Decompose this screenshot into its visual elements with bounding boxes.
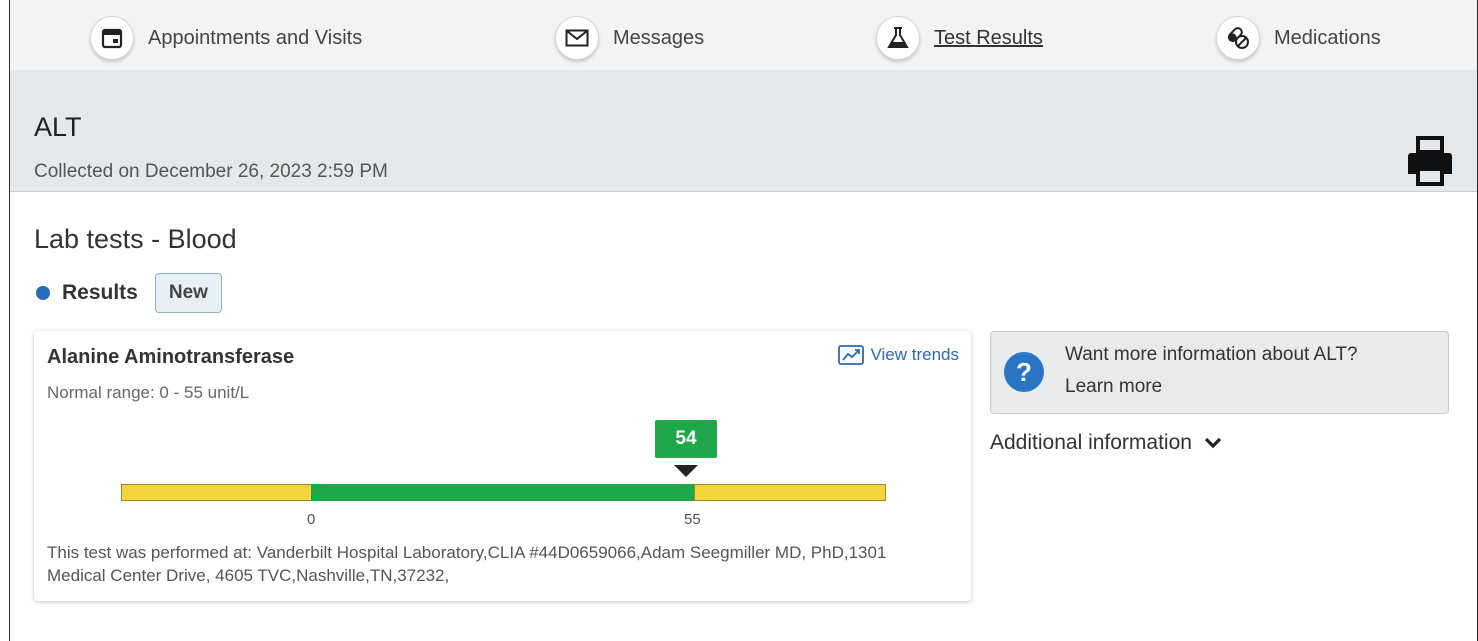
new-badge: New [154,273,222,313]
nav-label-messages: Messages [613,26,705,49]
learn-more-link[interactable]: Learn more [1065,376,1162,398]
chevron-down-icon [1204,437,1222,449]
nav-label-test-results: Test Results [934,26,1043,49]
range-bar [121,484,886,501]
value-marker-icon [674,465,698,477]
range-segment-low [121,484,312,501]
section-title: Lab tests - Blood [34,224,237,254]
collected-date: Collected on December 26, 2023 2:59 PM [34,161,388,182]
result-card: Alanine Aminotransferase Normal range: 0… [34,331,971,601]
app-frame: Appointments and Visits Messages Test Re… [9,0,1478,641]
view-trends-link[interactable]: View trends [838,345,959,365]
question-icon: ? [1004,352,1044,392]
nav-label-appointments: Appointments and Visits [148,26,363,49]
result-value-badge: 54 [655,420,717,458]
tick-label-high: 55 [684,511,701,528]
nav-medications[interactable]: Medications [1216,16,1381,60]
flask-icon [876,16,920,60]
status-dot-icon [36,286,50,300]
result-header: ALT Collected on December 26, 2023 2:59 … [10,70,1477,192]
results-label: Results [62,281,138,304]
additional-info-label: Additional information [990,431,1192,454]
info-question: Want more information about ALT? [1065,344,1358,365]
nav-label-medications: Medications [1274,26,1381,49]
nav-messages[interactable]: Messages [555,16,704,60]
trend-chart-icon [838,345,865,365]
nav-appointments[interactable]: Appointments and Visits [90,16,362,60]
calendar-icon [90,16,134,60]
pills-icon [1216,16,1260,60]
range-segment-high [694,484,886,501]
normal-range: Normal range: 0 - 55 unit/L [47,383,250,402]
envelope-icon [555,16,599,60]
tick-label-low: 0 [307,511,316,528]
results-heading: Results New [34,272,222,314]
info-panel: ? Want more information about ALT? Learn… [990,331,1449,414]
range-segment-normal [311,484,694,501]
additional-info-toggle[interactable]: Additional information [990,431,1222,455]
nav-test-results[interactable]: Test Results [876,16,1043,60]
top-nav: Appointments and Visits Messages Test Re… [10,0,1477,70]
view-trends-label: View trends [870,345,959,364]
test-name: Alanine Aminotransferase [47,346,295,368]
lab-location-text: This test was performed at: Vanderbilt H… [47,543,887,585]
page-title: ALT [34,112,82,142]
printer-icon[interactable] [1407,136,1453,186]
